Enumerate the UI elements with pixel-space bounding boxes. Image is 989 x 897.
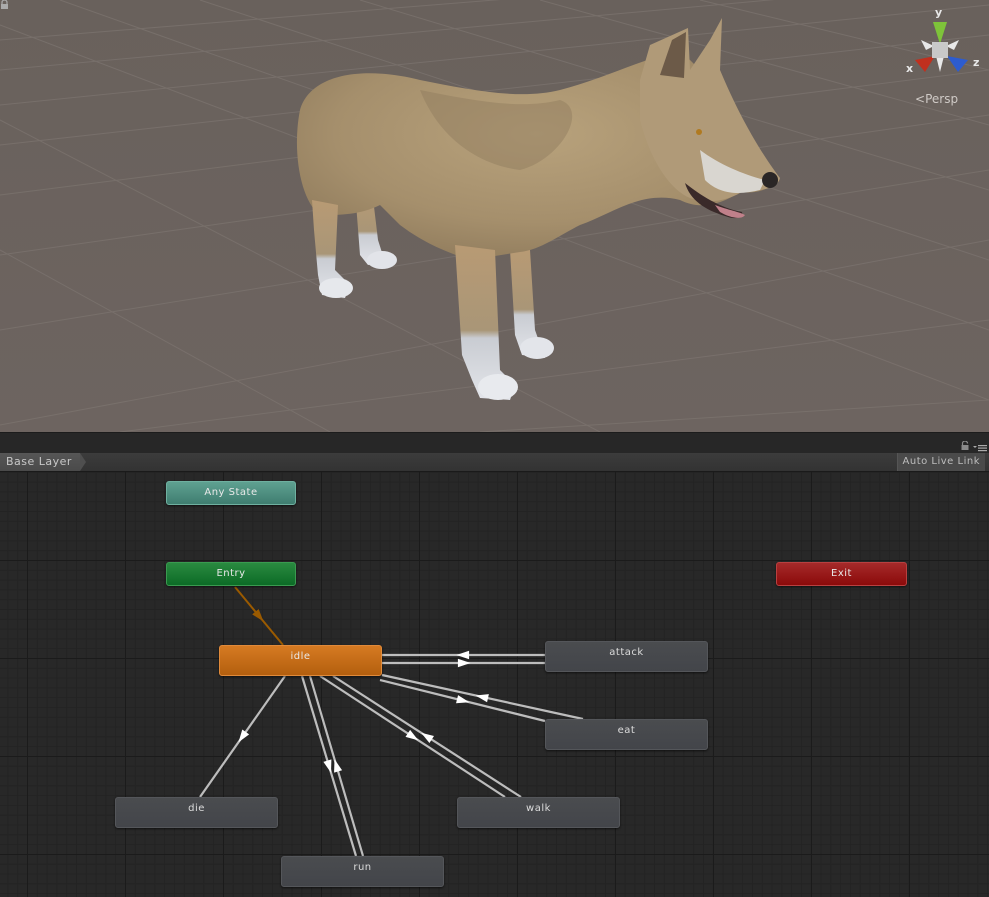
- state-label: walk: [526, 803, 551, 814]
- arrowhead-icon: [475, 694, 489, 703]
- arrowhead-icon: [238, 729, 250, 743]
- state-label: die: [188, 803, 205, 814]
- state-exit[interactable]: Exit: [776, 562, 907, 586]
- auto-live-link-button[interactable]: Auto Live Link: [896, 453, 985, 471]
- gizmo-x-label: x: [906, 62, 914, 75]
- state-label: Entry: [216, 568, 246, 579]
- menu-icon[interactable]: [973, 444, 987, 452]
- state-die[interactable]: die: [115, 797, 278, 828]
- scene-canvas[interactable]: [0, 0, 989, 432]
- projection-toggle[interactable]: <Persp: [915, 92, 958, 106]
- arrowhead-icon: [456, 650, 470, 660]
- state-entry[interactable]: Entry: [166, 562, 296, 586]
- arrowhead-icon: [334, 759, 343, 773]
- breadcrumb-base-layer[interactable]: Base Layer: [0, 453, 86, 471]
- state-run[interactable]: run: [281, 856, 444, 887]
- state-label: Any State: [204, 487, 258, 498]
- transition-layer: [199, 586, 584, 857]
- state-any-state[interactable]: Any State: [166, 481, 296, 505]
- lock-icon[interactable]: [0, 0, 9, 9]
- wolf-nose: [762, 172, 778, 188]
- arrowhead-icon: [456, 695, 470, 704]
- state-label: idle: [290, 651, 311, 662]
- animator-toolbar: Base Layer Auto Live Link: [0, 453, 989, 472]
- arrowhead-icon: [405, 729, 419, 741]
- gizmo-y-label: y: [935, 6, 943, 19]
- state-walk[interactable]: walk: [457, 797, 620, 828]
- gizmo-center-cube[interactable]: [932, 42, 948, 58]
- lock-icon[interactable]: [961, 441, 969, 450]
- scene-view[interactable]: y x z <Persp: [0, 0, 989, 432]
- animator-graph[interactable]: Any State Entry Exit idle attack eat die…: [0, 472, 989, 897]
- state-eat[interactable]: eat: [545, 719, 708, 750]
- gizmo-z-label: z: [973, 56, 980, 69]
- state-label: attack: [609, 647, 644, 658]
- projection-label: Persp: [925, 92, 959, 106]
- panel-tab-bar: [0, 432, 989, 454]
- state-attack[interactable]: attack: [545, 641, 708, 672]
- state-label: run: [353, 862, 372, 873]
- state-label: eat: [617, 725, 636, 736]
- chevron-left-icon: <: [915, 92, 926, 106]
- arrowhead-icon: [457, 658, 471, 668]
- state-idle[interactable]: idle: [219, 645, 382, 676]
- wolf-eye: [696, 129, 702, 135]
- arrowhead-icon: [421, 732, 434, 744]
- arrowhead-icon: [323, 759, 332, 773]
- state-label: Exit: [831, 568, 852, 579]
